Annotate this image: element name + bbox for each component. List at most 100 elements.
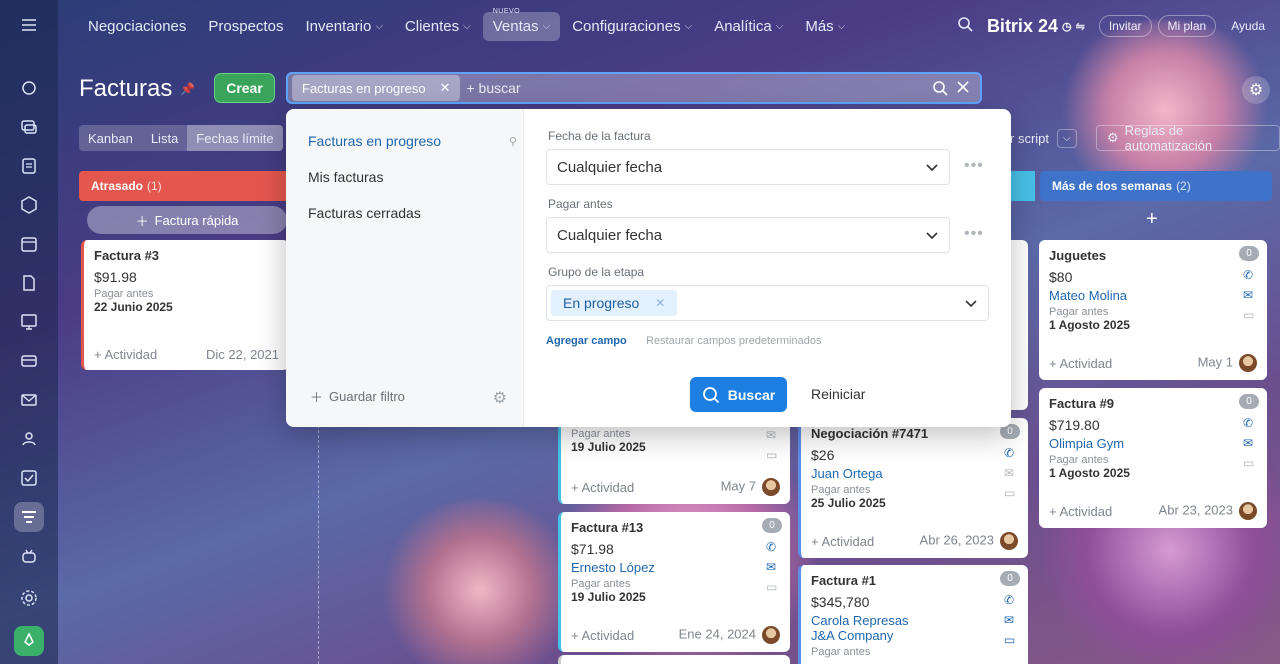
chat-icon[interactable]: ▭ <box>1243 456 1257 470</box>
invoice-date-select[interactable]: Cualquier fecha <box>546 149 950 185</box>
chat-icon[interactable]: ▭ <box>1004 633 1018 647</box>
nav-inventario[interactable]: Inventario ⌵ <box>305 18 382 35</box>
chat-icon[interactable]: ▭ <box>1004 486 1018 500</box>
avatar[interactable] <box>1000 532 1018 550</box>
restore-fields-link[interactable]: Restaurar campos predeterminados <box>646 335 821 347</box>
search-input[interactable]: + buscar <box>466 80 520 96</box>
avatar[interactable] <box>1239 354 1257 372</box>
pin-icon[interactable]: 📌 <box>180 82 195 96</box>
avatar[interactable] <box>762 478 780 496</box>
add-activity-link[interactable]: + Actividad <box>811 534 874 549</box>
card-juguetes[interactable]: Juguetes 0 $80 Mateo Molina Pagar antes … <box>1039 240 1267 380</box>
nav-negociaciones[interactable]: Negociaciones <box>88 18 186 35</box>
mail-icon[interactable]: ✉ <box>1243 288 1257 302</box>
phone-icon[interactable]: ✆ <box>1243 268 1257 282</box>
card-factura-9[interactable]: Factura #9 0 $719.80 Olimpia Gym Pagar a… <box>1039 388 1267 528</box>
reset-button[interactable]: Reiniciar <box>811 386 865 402</box>
add-field-link[interactable]: Agregar campo <box>546 335 627 347</box>
card-factura-1[interactable]: Factura #1 0 $345,780 Carola Represas J&… <box>798 565 1028 664</box>
calendar-icon[interactable] <box>14 229 44 259</box>
stage-tag[interactable]: En progreso ✕ <box>551 290 678 316</box>
tasks-icon[interactable] <box>14 463 44 493</box>
pin-icon[interactable]: ⚲ <box>509 135 517 148</box>
card-factura-13[interactable]: Factura #13 0 $71.98 Ernesto López Pagar… <box>558 512 790 652</box>
chevron-down-icon[interactable] <box>964 296 978 310</box>
phone-icon[interactable]: ✆ <box>1243 416 1257 430</box>
close-icon[interactable]: ✕ <box>440 80 451 96</box>
tab-kanban[interactable]: Kanban <box>79 125 142 151</box>
robot-icon[interactable] <box>14 541 44 571</box>
add-activity-link[interactable]: + Actividad <box>94 347 157 362</box>
add-activity-link[interactable]: + Actividad <box>1049 504 1112 519</box>
card-icon[interactable] <box>14 346 44 376</box>
contact-link[interactable]: Juan Ortega <box>811 466 1018 481</box>
card-factura-3[interactable]: Factura #3 $91.98 Pagar antes 22 Junio 2… <box>81 240 289 370</box>
chevron-down-icon[interactable]: ⌵ <box>1057 128 1077 148</box>
chat-icon[interactable] <box>14 112 44 142</box>
preset-mis-facturas[interactable]: Mis facturas <box>308 169 383 185</box>
search-icon[interactable] <box>957 16 973 37</box>
chat-icon[interactable]: ▭ <box>1243 308 1257 322</box>
phone-icon[interactable]: ✆ <box>766 540 780 554</box>
more-icon[interactable]: ••• <box>964 225 984 243</box>
clear-icon[interactable] <box>956 80 970 101</box>
crm-icon[interactable] <box>14 190 44 220</box>
hand-icon[interactable] <box>14 73 44 103</box>
phone-icon[interactable]: ✆ <box>1004 446 1018 460</box>
search-icon[interactable] <box>932 80 948 101</box>
contact-link[interactable]: Olimpia Gym <box>1049 436 1257 451</box>
help-button[interactable]: Ayuda <box>1222 16 1274 36</box>
menu-icon[interactable] <box>14 10 44 40</box>
nav-prospectos[interactable]: Prospectos <box>208 18 283 35</box>
feed-icon[interactable] <box>14 151 44 181</box>
nav-analitica[interactable]: Analítica ⌵ <box>714 18 783 35</box>
mail-icon[interactable] <box>14 385 44 415</box>
documents-icon[interactable] <box>14 268 44 298</box>
pay-before-select[interactable]: Cualquier fecha <box>546 217 950 253</box>
contact-link[interactable]: Carola Represas <box>811 613 1018 628</box>
nav-mas[interactable]: Más ⌵ <box>805 18 845 35</box>
quick-invoice-button[interactable]: ＋ Factura rápida <box>87 206 287 234</box>
company-link[interactable]: J&A Company <box>811 628 1018 643</box>
gear-icon[interactable]: ⚙ <box>493 388 507 408</box>
search-bar[interactable]: Facturas en progreso ✕ + buscar <box>286 72 982 104</box>
add-card-icon[interactable]: + <box>1146 208 1158 231</box>
card-partial-3[interactable] <box>558 655 790 664</box>
phone-icon[interactable]: ✆ <box>1004 593 1018 607</box>
rocket-icon[interactable] <box>14 626 44 656</box>
invite-button[interactable]: Invitar <box>1098 15 1152 37</box>
mail-icon[interactable]: ✉ <box>1004 613 1018 627</box>
more-icon[interactable]: ••• <box>964 157 984 175</box>
contacts-icon[interactable] <box>14 424 44 454</box>
avatar[interactable] <box>762 626 780 644</box>
add-activity-link[interactable]: + Actividad <box>1049 356 1112 371</box>
nav-configuraciones[interactable]: Configuraciones ⌵ <box>572 18 692 35</box>
mail-icon[interactable]: ✉ <box>766 560 780 574</box>
chat-icon[interactable]: ▭ <box>766 448 780 462</box>
add-activity-link[interactable]: + Actividad <box>571 480 634 495</box>
close-icon[interactable]: ✕ <box>655 296 665 310</box>
preset-facturas-cerradas[interactable]: Facturas cerradas <box>308 205 421 221</box>
nav-clientes[interactable]: Clientes ⌵ <box>405 18 471 35</box>
save-filter-button[interactable]: ＋ Guardar filtro <box>310 387 405 406</box>
nav-ventas[interactable]: NUEVO Ventas ⌵ <box>482 8 561 41</box>
filter-chip[interactable]: Facturas en progreso ✕ <box>292 75 461 101</box>
mail-icon[interactable]: ✉ <box>1004 466 1018 480</box>
board-icon[interactable] <box>14 307 44 337</box>
mail-icon[interactable]: ✉ <box>766 428 780 442</box>
tab-lista[interactable]: Lista <box>142 125 187 151</box>
stage-group-select[interactable]: En progreso ✕ <box>546 285 989 321</box>
gear-icon[interactable]: ⚙ <box>1242 76 1270 104</box>
mail-icon[interactable]: ✉ <box>1243 436 1257 450</box>
avatar[interactable] <box>1239 502 1257 520</box>
chat-icon[interactable]: ▭ <box>766 580 780 594</box>
tab-fechas-limite[interactable]: Fechas límite <box>187 125 283 151</box>
contact-link[interactable]: Ernesto López <box>571 560 780 575</box>
preset-facturas-en-progreso[interactable]: Facturas en progreso <box>308 133 441 149</box>
contact-link[interactable]: Mateo Molina <box>1049 288 1257 303</box>
card-negociacion-7471[interactable]: Negociación #7471 0 $26 Juan Ortega Paga… <box>798 418 1028 558</box>
plan-button[interactable]: Mi plan <box>1157 15 1217 37</box>
search-button[interactable]: Buscar <box>690 377 787 412</box>
settings-icon[interactable] <box>14 583 44 613</box>
add-activity-link[interactable]: + Actividad <box>571 628 634 643</box>
